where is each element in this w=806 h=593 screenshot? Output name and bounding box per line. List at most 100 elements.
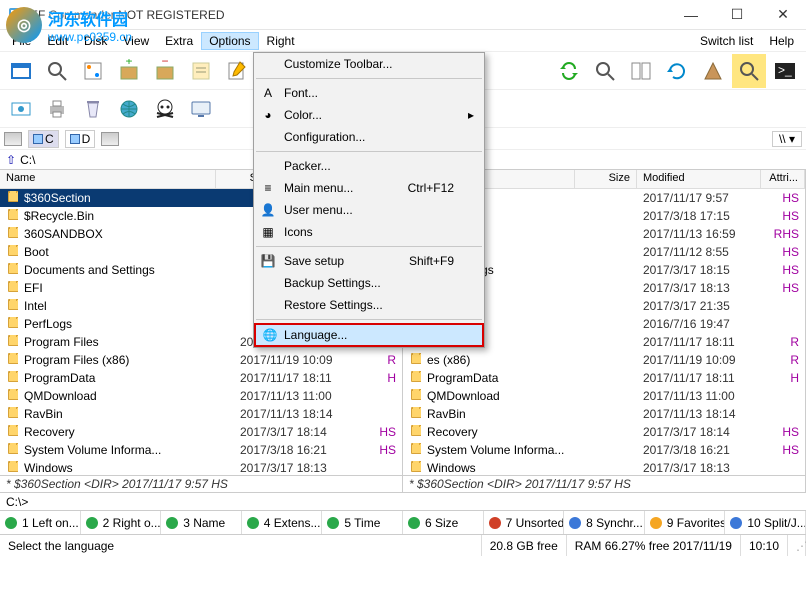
tb-pack-icon[interactable]: − (148, 54, 182, 88)
tb-skull-icon[interactable] (148, 92, 182, 126)
cmd-prompt: C:\> (6, 495, 28, 509)
tb-zoom-icon[interactable] (588, 54, 622, 88)
table-row[interactable]: es (x86) 2017/11/19 10:09 R (403, 351, 805, 369)
minimize-button[interactable]: — (668, 0, 714, 30)
status-help: Select the language (0, 535, 482, 556)
table-row[interactable]: QMDownload 2017/11/13 11:00 (0, 387, 402, 405)
menu-options[interactable]: Options (201, 32, 258, 50)
menu-item-color[interactable]: ◕Color...▸ (254, 104, 484, 126)
hdr-attr-r[interactable]: Attri... (761, 170, 805, 188)
tb-refresh-icon[interactable] (660, 54, 694, 88)
menu-item-language[interactable]: 🌐Language... (254, 323, 484, 347)
table-row[interactable]: Windows 2017/3/17 18:13 (403, 459, 805, 475)
svg-text:+: + (125, 59, 132, 68)
right-panel-status: * $360Section <DIR> 2017/11/17 9:57 HS (403, 475, 805, 492)
tb-split-icon[interactable] (624, 54, 658, 88)
svg-text:−: − (161, 59, 168, 68)
table-row[interactable]: Recovery 2017/3/17 18:14 HS (0, 423, 402, 441)
fkey-3[interactable]: 3 Name (161, 511, 242, 534)
fkey-4[interactable]: 4 Extens... (242, 511, 323, 534)
tb-sharewindow-icon[interactable] (4, 92, 38, 126)
svg-text:>_: >_ (778, 63, 792, 77)
fkey-8[interactable]: 8 Synchr... (564, 511, 645, 534)
menu-item-user-menu[interactable]: 👤User menu... (254, 199, 484, 221)
table-row[interactable]: RavBin 2017/11/13 18:14 (403, 405, 805, 423)
window-title: EF Commander NOT REGISTERED (30, 8, 224, 22)
menubar: File Edit Disk View Extra Options Right … (0, 30, 806, 52)
tb-recycle-icon[interactable] (76, 92, 110, 126)
menu-view[interactable]: View (115, 32, 157, 50)
tb-edit-icon[interactable] (220, 54, 254, 88)
menu-item-icons[interactable]: ▦Icons (254, 221, 484, 243)
updir-icon[interactable]: ⇧ (6, 153, 16, 167)
menu-item-font[interactable]: AFont... (254, 82, 484, 104)
drive-dropdown-icon[interactable]: \\ ▾ (772, 131, 802, 147)
menu-switch-list[interactable]: Switch list (692, 32, 761, 50)
tb-unpack-icon[interactable]: + (112, 54, 146, 88)
tb-filter-icon[interactable] (76, 54, 110, 88)
options-dropdown: Customize Toolbar... AFont...◕Color...▸Co… (253, 52, 485, 348)
drive-spacer-icon-2 (101, 132, 119, 146)
menu-disk[interactable]: Disk (76, 32, 115, 50)
menu-item-save-setup[interactable]: 💾Save setupShift+F9 (254, 250, 484, 272)
status-free: 20.8 GB free (482, 535, 567, 556)
drive-c[interactable]: C (28, 130, 59, 148)
table-row[interactable]: ProgramData 2017/11/17 18:11 H (403, 369, 805, 387)
hdr-size-r[interactable]: Size (575, 170, 637, 188)
menu-right[interactable]: Right (259, 32, 303, 50)
fkey-6[interactable]: 6 Size (403, 511, 484, 534)
hdr-name[interactable]: Name (0, 170, 216, 188)
table-row[interactable]: Recovery 2017/3/17 18:14 HS (403, 423, 805, 441)
hdr-mod-r[interactable]: Modified (637, 170, 761, 188)
table-row[interactable]: System Volume Informa... 2017/3/18 16:21… (0, 441, 402, 459)
tb-monitor-icon[interactable] (184, 92, 218, 126)
status-bar: Select the language 20.8 GB free RAM 66.… (0, 534, 806, 556)
fkey-bar: 1 Left on...2 Right o...3 Name4 Extens..… (0, 510, 806, 534)
titlebar: EF Commander NOT REGISTERED — ☐ ✕ (0, 0, 806, 30)
menu-item-configuration[interactable]: Configuration... (254, 126, 484, 148)
menu-help[interactable]: Help (761, 32, 802, 50)
menu-separator (256, 78, 482, 79)
table-row[interactable]: QMDownload 2017/11/13 11:00 (403, 387, 805, 405)
tb-globe-icon[interactable] (112, 92, 146, 126)
menu-separator (256, 151, 482, 152)
left-panel-status: * $360Section <DIR> 2017/11/17 9:57 HS (0, 475, 402, 492)
menu-item-main-menu[interactable]: ≡Main menu...Ctrl+F12 (254, 177, 484, 199)
drive-spacer-icon (4, 132, 22, 146)
app-icon (8, 7, 24, 23)
table-row[interactable]: RavBin 2017/11/13 18:14 (0, 405, 402, 423)
tb-search-icon[interactable] (40, 54, 74, 88)
tb-note-icon[interactable] (184, 54, 218, 88)
table-row[interactable]: ProgramData 2017/11/17 18:11 H (0, 369, 402, 387)
command-line[interactable]: C:\> (0, 492, 806, 510)
tb-find-hl-icon[interactable] (732, 54, 766, 88)
menu-edit[interactable]: Edit (39, 32, 76, 50)
table-row[interactable]: Program Files (x86) 2017/11/19 10:09 R (0, 351, 402, 369)
tb-new-window-icon[interactable] (4, 54, 38, 88)
menu-item-backup-settings[interactable]: Backup Settings... (254, 272, 484, 294)
fkey-7[interactable]: 7 Unsorted (484, 511, 565, 534)
drive-d[interactable]: D (65, 130, 96, 148)
path-text[interactable]: C:\ (20, 153, 35, 167)
table-row[interactable]: Windows 2017/3/17 18:13 (0, 459, 402, 475)
tb-pyramid-icon[interactable] (696, 54, 730, 88)
menu-extra[interactable]: Extra (157, 32, 201, 50)
menu-separator (256, 246, 482, 247)
tb-printer-icon[interactable] (40, 92, 74, 126)
fkey-2[interactable]: 2 Right o... (81, 511, 162, 534)
menu-item-customize-toolbar[interactable]: Customize Toolbar... (254, 53, 484, 75)
close-button[interactable]: ✕ (760, 0, 806, 30)
status-grip-icon: ⋰ (788, 535, 806, 556)
fkey-10[interactable]: 10 Split/J... (725, 511, 806, 534)
menu-item-packer[interactable]: Packer... (254, 155, 484, 177)
menu-file[interactable]: File (4, 32, 39, 50)
table-row[interactable]: System Volume Informa... 2017/3/18 16:21… (403, 441, 805, 459)
fkey-1[interactable]: 1 Left on... (0, 511, 81, 534)
tb-sync-icon[interactable] (552, 54, 586, 88)
maximize-button[interactable]: ☐ (714, 0, 760, 30)
fkey-9[interactable]: 9 Favorites (645, 511, 726, 534)
menu-separator (256, 319, 482, 320)
fkey-5[interactable]: 5 Time (322, 511, 403, 534)
tb-terminal-icon[interactable]: >_ (768, 54, 802, 88)
menu-item-restore-settings[interactable]: Restore Settings... (254, 294, 484, 316)
